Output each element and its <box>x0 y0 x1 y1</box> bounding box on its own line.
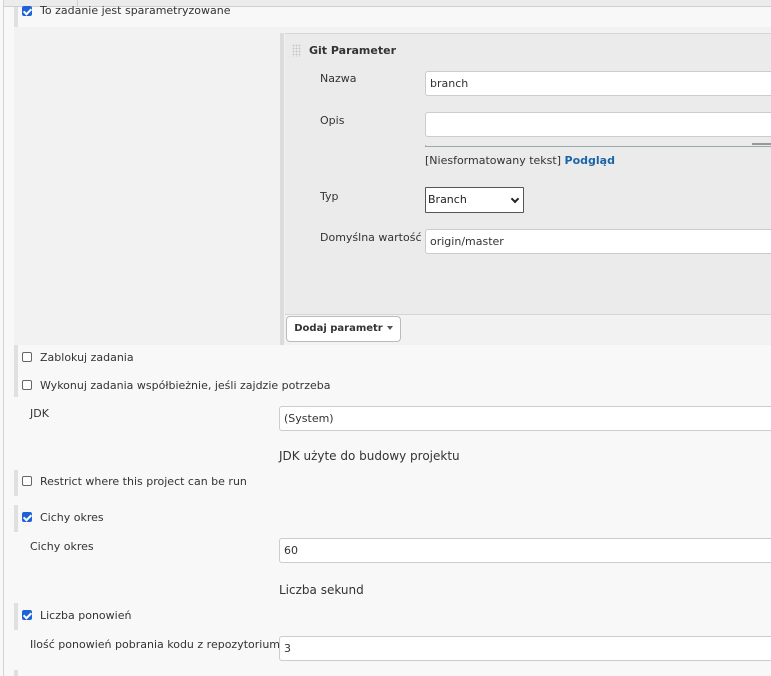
jdk-description: JDK użyte do budowy projektu <box>279 449 460 463</box>
section-bar <box>14 345 18 397</box>
name-label: Nazwa <box>320 72 357 85</box>
parameterized-label: To zadanie jest sparametryzowane <box>40 4 231 17</box>
parameterized-checkbox[interactable] <box>22 6 32 16</box>
block-jobs-checkbox[interactable] <box>22 352 32 362</box>
quiet-period-description: Liczba sekund <box>279 583 364 597</box>
jdk-select[interactable]: (System) <box>279 406 771 431</box>
jdk-label: JDK <box>30 407 49 420</box>
block-jobs-label: Zablokuj zadania <box>40 351 134 364</box>
retry-count-input[interactable]: 3 <box>279 636 771 661</box>
type-selected-value: Branch <box>428 193 467 206</box>
section-bar <box>14 603 18 630</box>
job-config-page: To zadanie jest sparametryzowane Git Par… <box>0 0 771 676</box>
add-parameter-button[interactable]: Dodaj parametr <box>286 316 401 342</box>
concurrent-checkbox[interactable] <box>22 380 32 390</box>
name-input[interactable]: branch <box>425 71 771 96</box>
restrict-checkbox[interactable] <box>22 476 32 486</box>
section-bar <box>14 470 18 496</box>
retry-count-label: Liczba ponowień <box>40 609 132 622</box>
format-hint-text: [Niesformatowany tekst] <box>425 154 562 167</box>
drag-handle-icon[interactable] <box>292 44 301 57</box>
concurrent-label: Wykonuj zadania współbieżnie, jeśli zajd… <box>40 379 331 392</box>
default-value-label: Domyślna wartość <box>320 231 422 244</box>
quiet-period-field-label: Cichy okres <box>30 540 94 553</box>
quiet-period-input[interactable]: 60 <box>279 538 771 563</box>
retry-count-field-label: Ilość ponowień pobrania kodu z repozytor… <box>30 638 281 651</box>
left-border <box>3 0 4 676</box>
section-bar <box>14 505 18 532</box>
preview-link[interactable]: Podgląd <box>565 154 615 167</box>
git-parameter-title: Git Parameter <box>309 44 396 57</box>
type-label: Typ <box>320 190 339 203</box>
restrict-label: Restrict where this project can be run <box>40 475 247 488</box>
format-hint: [Niesformatowany tekst] Podgląd <box>425 154 615 167</box>
type-select[interactable]: Branch <box>425 187 524 213</box>
default-value-input[interactable]: origin/master <box>425 229 771 254</box>
chevron-down-icon <box>510 194 520 204</box>
add-parameter-label: Dodaj parametr <box>294 323 383 334</box>
description-textarea[interactable] <box>425 112 771 137</box>
retry-count-checkbox[interactable] <box>22 610 32 620</box>
quiet-period-checkbox[interactable] <box>22 512 32 522</box>
parameter-bar <box>280 33 284 345</box>
caret-down-icon <box>386 326 393 330</box>
textarea-resize-handle[interactable] <box>752 143 771 145</box>
textarea-resize-border <box>425 145 771 147</box>
section-bar <box>14 670 18 676</box>
description-label: Opis <box>320 114 345 127</box>
quiet-period-label: Cichy okres <box>40 511 104 524</box>
